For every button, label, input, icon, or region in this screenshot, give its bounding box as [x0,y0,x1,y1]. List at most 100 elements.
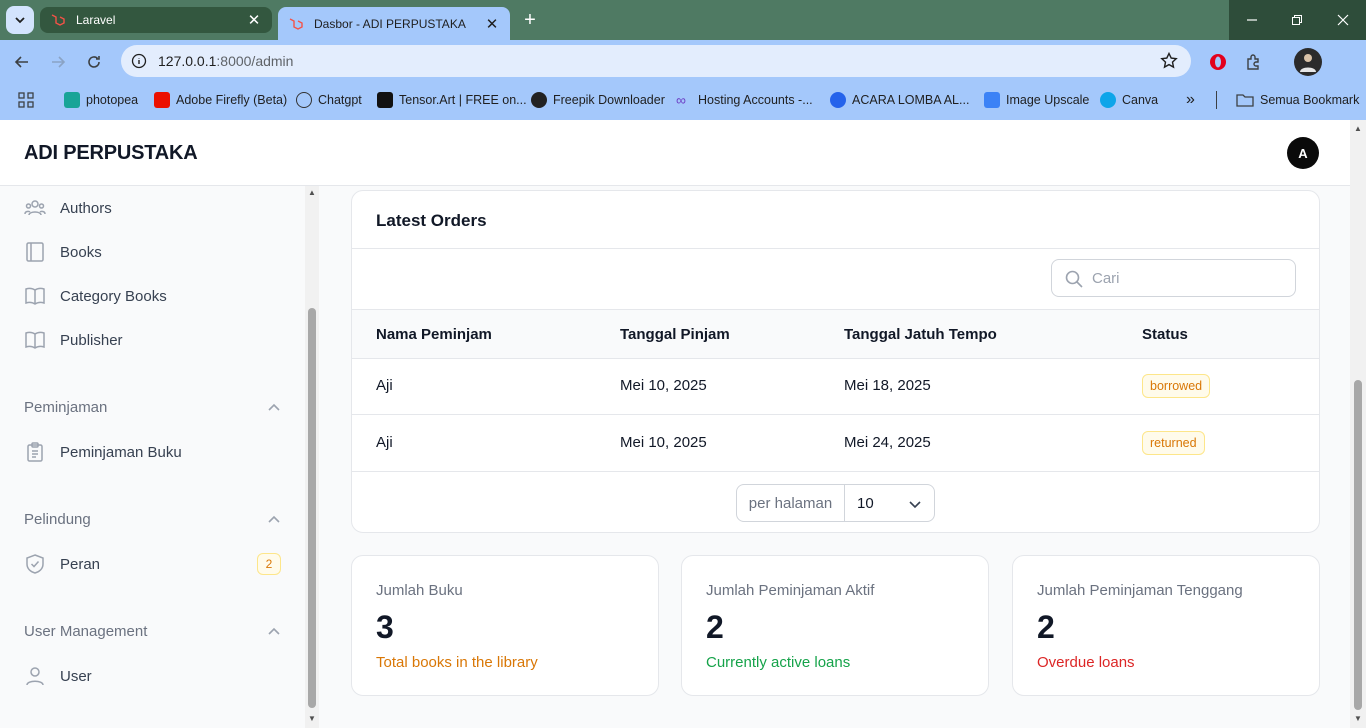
browser-tab-laravel[interactable]: Laravel ✕ [40,7,272,33]
reload-icon [88,56,100,68]
sidebar-group-peminjaman[interactable]: Peminjaman [24,399,281,416]
clipboard-icon [24,441,46,463]
status-badge: returned [1142,431,1205,455]
scroll-down-arrow-icon[interactable]: ▼ [308,714,316,723]
all-bookmarks-label: Semua Bookmark [1260,93,1360,107]
laravel-icon [289,17,303,30]
scrollbar-thumb[interactable] [1354,380,1362,710]
apps-grid-icon[interactable] [18,90,34,110]
brand-logo-text[interactable]: ADI PERPUSTAKA [24,142,198,165]
bookmarks-bar: photopea Adobe Firefly (Beta) Chatgpt Te… [0,80,1366,120]
bookmark-label: Chatgpt [318,93,362,107]
stat-description: Overdue loans [1037,654,1135,671]
tab-title: Laravel [76,13,116,27]
user-avatar[interactable]: A [1287,137,1319,169]
opera-extension-icon[interactable] [1206,50,1230,74]
bookmark-label: Image Upscale [1006,93,1090,107]
table-header: Nama Peminjam Tanggal Pinjam Tanggal Jat… [352,309,1319,359]
arrow-left-icon [14,56,28,68]
sidebar-item-category-books[interactable]: Category Books [24,278,281,314]
table-row[interactable]: Aji Mei 10, 2025 Mei 18, 2025 borrowed [352,358,1319,415]
scroll-up-arrow-icon[interactable]: ▲ [1354,124,1362,133]
column-header[interactable]: Tanggal Pinjam [620,326,730,343]
bookmark-label: Canva [1122,93,1159,107]
sidebar-item-books[interactable]: Books [24,234,281,270]
bookmark-label: Adobe Firefly (Beta) [176,93,288,107]
bookmark-chatgpt[interactable]: Chatgpt [296,90,362,110]
stat-card-peminjaman-tenggang: Jumlah Peminjaman Tenggang 2 Overdue loa… [1012,555,1320,696]
bookmark-label: ACARA LOMBA AL... [852,93,970,107]
per-page-dropdown[interactable]: 10 [845,485,934,521]
bookmark-firefly[interactable]: Adobe Firefly (Beta) [154,90,287,110]
bookmark-star-icon[interactable] [1159,51,1179,76]
photopea-icon [64,92,80,108]
chevron-up-icon [268,515,280,523]
column-header[interactable]: Status [1142,326,1188,343]
bookmark-freepik[interactable]: Freepik Downloader [531,90,665,110]
sidebar-group-user-management[interactable]: User Management [24,623,281,640]
address-bar[interactable]: 127.0.0.1:8000/admin [121,45,1191,77]
tab-search-button[interactable] [6,6,34,34]
minimize-button[interactable] [1229,0,1275,40]
per-page-label: per halaman [737,485,845,521]
bookmark-tensorart[interactable]: Tensor.Art | FREE on... [377,90,527,110]
bookmark-canva[interactable]: Canva [1100,90,1158,110]
per-page-select[interactable]: per halaman 10 [736,484,935,522]
column-header[interactable]: Nama Peminjam [376,326,492,343]
url-host: 127.0.0.1 [158,53,217,69]
scroll-down-arrow-icon[interactable]: ▼ [1354,714,1362,723]
close-tab-icon[interactable]: ✕ [482,14,502,34]
due-date: Mei 24, 2025 [844,434,931,451]
extensions-puzzle-icon[interactable] [1242,50,1266,74]
stat-value: 3 [376,609,394,645]
users-icon [24,197,46,219]
close-window-button[interactable] [1320,0,1366,40]
sidebar-item-user[interactable]: User [24,658,281,694]
sidebar-item-publisher[interactable]: Publisher [24,322,281,358]
browser-tab-dasbor[interactable]: Dasbor - ADI PERPUSTAKA ✕ [278,7,510,40]
sidebar-group-pelindung[interactable]: Pelindung [24,511,281,528]
scroll-up-arrow-icon[interactable]: ▲ [308,188,316,197]
back-button[interactable] [8,48,36,76]
more-bookmarks-icon[interactable]: » [1186,90,1195,110]
sidebar-item-label: User [60,667,92,685]
scrollbar-thumb[interactable] [308,308,316,708]
page-scrollbar[interactable]: ▲ ▼ [1350,120,1366,728]
all-bookmarks-folder[interactable]: Semua Bookmark [1236,90,1359,110]
sidebar-item-peran[interactable]: Peran 2 [24,546,281,582]
app-topbar: ADI PERPUSTAKA A [0,120,1350,186]
per-page-value: 10 [857,494,874,512]
sidebar-scrollbar[interactable]: ▲ ▼ [305,186,319,728]
url-path: :8000/admin [216,53,294,69]
search-field[interactable] [1051,259,1296,297]
group-label: Peminjaman [24,399,108,416]
reload-button[interactable] [80,48,108,76]
group-label: User Management [24,623,148,640]
forward-button[interactable] [44,48,72,76]
borrow-date: Mei 10, 2025 [620,434,707,451]
column-header[interactable]: Tanggal Jatuh Tempo [844,326,997,343]
bookmark-acara[interactable]: ACARA LOMBA AL... [830,90,969,110]
bookmark-hosting[interactable]: ∞ Hosting Accounts -... [676,90,813,110]
sidebar-item-authors[interactable]: Authors [24,190,281,226]
stat-value: 2 [1037,609,1055,645]
bookmark-upscale[interactable]: Image Upscale [984,90,1089,110]
laravel-icon [51,14,65,26]
search-input[interactable] [1092,268,1282,288]
bookmark-photopea[interactable]: photopea [64,90,138,110]
restore-button[interactable] [1274,0,1320,40]
acara-icon [830,92,846,108]
close-tab-icon[interactable]: ✕ [244,10,264,30]
profile-avatar[interactable] [1294,48,1322,76]
tensorart-icon [377,92,393,108]
sidebar-item-peminjaman-buku[interactable]: Peminjaman Buku [24,434,281,470]
folder-icon [1236,94,1254,107]
site-info-icon[interactable] [129,51,149,71]
new-tab-button[interactable]: + [518,9,542,33]
browser-toolbar: 127.0.0.1:8000/admin [0,40,1366,80]
card-title: Latest Orders [376,211,487,230]
person-icon [1300,54,1316,72]
stat-label: Jumlah Peminjaman Tenggang [1037,582,1243,599]
table-row[interactable]: Aji Mei 10, 2025 Mei 24, 2025 returned [352,415,1319,472]
stat-description: Currently active loans [706,654,851,671]
